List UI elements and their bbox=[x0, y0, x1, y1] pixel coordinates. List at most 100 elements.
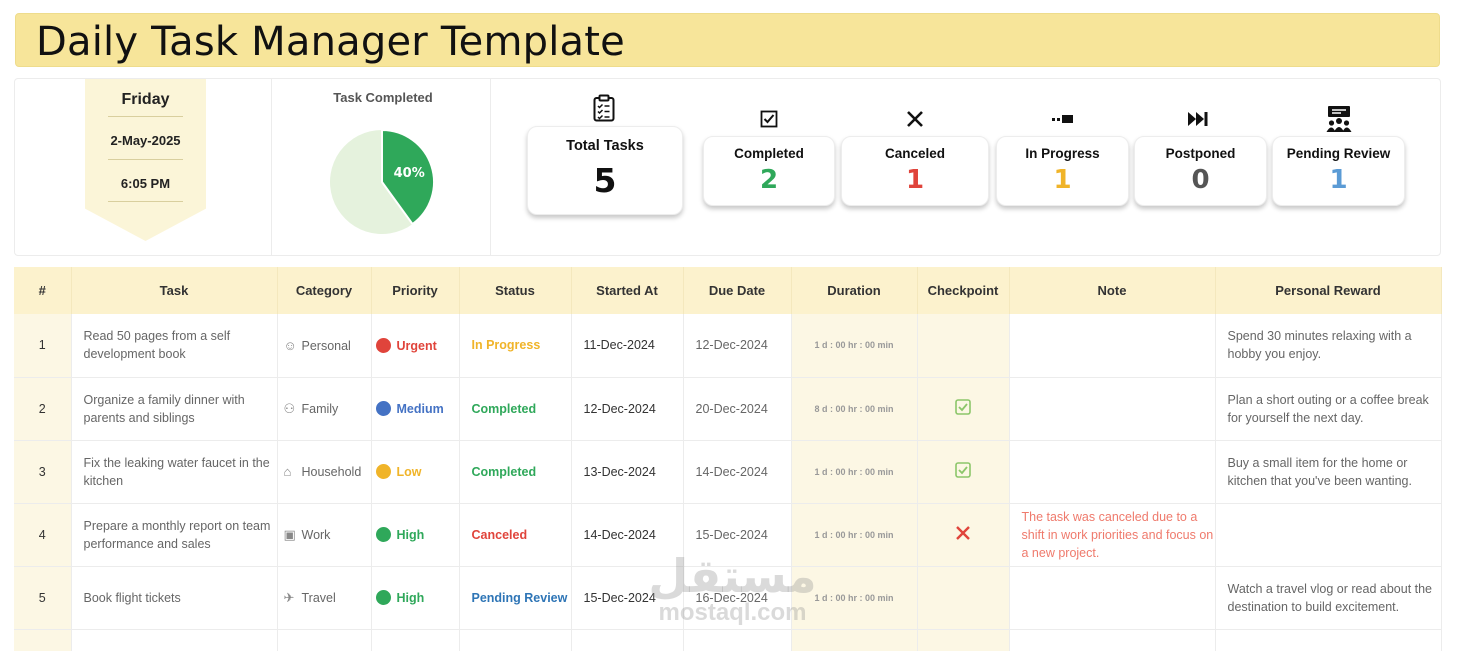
task-cell[interactable]: Book flight tickets bbox=[71, 566, 278, 630]
checkpoint-cell[interactable] bbox=[917, 566, 1010, 630]
category-cell[interactable]: ⌂ Household bbox=[277, 440, 372, 504]
column-header[interactable]: Checkpoint bbox=[917, 267, 1010, 314]
divider bbox=[108, 116, 183, 117]
column-header[interactable]: Task bbox=[71, 267, 278, 314]
column-header[interactable]: Priority bbox=[371, 267, 460, 314]
note-cell[interactable] bbox=[1009, 314, 1216, 378]
note-cell[interactable] bbox=[1009, 377, 1216, 441]
due-date-cell[interactable]: 15-Dec-2024 bbox=[683, 503, 792, 567]
priority-cell[interactable]: Urgent bbox=[371, 314, 460, 378]
category-cell[interactable]: ▣ Work bbox=[277, 503, 372, 567]
category-cell[interactable]: ⚇ Family bbox=[277, 377, 372, 441]
due-date-cell[interactable]: 12-Dec-2024 bbox=[683, 314, 792, 378]
status-cell[interactable]: Pending Review bbox=[459, 566, 572, 630]
checkbox-icon bbox=[754, 104, 784, 134]
priority-dot bbox=[375, 464, 391, 479]
started-at-cell[interactable]: 12-Dec-2024 bbox=[571, 377, 684, 441]
house-icon: ⌂ bbox=[283, 464, 292, 479]
started-at-cell[interactable]: 15-Dec-2024 bbox=[571, 566, 684, 630]
time-label: 6:05 PM bbox=[120, 176, 171, 191]
duration-cell: 1 d : 00 hr : 00 min bbox=[791, 566, 918, 630]
category-cell[interactable]: ☺ Personal bbox=[277, 314, 372, 378]
column-header[interactable]: Duration bbox=[791, 267, 918, 314]
row-number: 3 bbox=[14, 440, 72, 504]
column-header[interactable]: Personal Reward bbox=[1215, 267, 1442, 314]
empty-cell[interactable] bbox=[1215, 629, 1442, 651]
category-cell[interactable]: ✈ Travel bbox=[277, 566, 372, 630]
note-cell[interactable] bbox=[1009, 440, 1216, 504]
checkpoint-cell[interactable] bbox=[917, 377, 1010, 441]
status-cell[interactable]: In Progress bbox=[459, 314, 572, 378]
priority-dot bbox=[375, 337, 391, 353]
note-cell[interactable]: The task was canceled due to a shift in … bbox=[1009, 503, 1216, 567]
priority-cell[interactable]: Low bbox=[371, 440, 460, 504]
status-cell[interactable]: Completed bbox=[459, 377, 572, 441]
divider bbox=[271, 79, 272, 255]
total-tasks-label: Total Tasks bbox=[566, 138, 644, 154]
duration-cell: 8 d : 00 hr : 00 min bbox=[791, 377, 918, 441]
empty-cell[interactable] bbox=[14, 629, 72, 651]
column-header[interactable]: Note bbox=[1009, 267, 1216, 314]
note-cell[interactable] bbox=[1009, 566, 1216, 630]
column-header[interactable]: # bbox=[14, 267, 72, 314]
category-label: Personal bbox=[301, 338, 351, 353]
row-number: 4 bbox=[14, 503, 72, 567]
stat-card-canceled: Canceled 1 bbox=[841, 136, 989, 206]
empty-cell[interactable] bbox=[571, 629, 684, 651]
empty-cell[interactable] bbox=[683, 629, 792, 651]
reward-cell[interactable]: Plan a short outing or a coffee break fo… bbox=[1215, 377, 1442, 441]
empty-cell[interactable] bbox=[71, 629, 278, 651]
column-header[interactable]: Status bbox=[459, 267, 572, 314]
empty-cell[interactable] bbox=[917, 629, 1010, 651]
task-cell[interactable]: Read 50 pages from a self development bo… bbox=[71, 314, 278, 378]
divider bbox=[490, 79, 491, 255]
status-cell[interactable]: Completed bbox=[459, 440, 572, 504]
priority-cell[interactable]: Medium bbox=[371, 377, 460, 441]
reward-cell[interactable]: Watch a travel vlog or read about the de… bbox=[1215, 566, 1442, 630]
empty-cell[interactable] bbox=[277, 629, 372, 651]
stat-card-pending-review: Pending Review 1 bbox=[1272, 136, 1405, 206]
due-date-cell[interactable]: 14-Dec-2024 bbox=[683, 440, 792, 504]
empty-cell[interactable] bbox=[371, 629, 460, 651]
cancel-x-icon[interactable] bbox=[955, 526, 971, 544]
stat-card-in-progress: In Progress 1 bbox=[996, 136, 1129, 206]
empty-cell[interactable] bbox=[1009, 629, 1216, 651]
progress-icon bbox=[1048, 104, 1078, 134]
checkpoint-cell[interactable] bbox=[917, 314, 1010, 378]
person-icon: ☺ bbox=[283, 337, 297, 353]
stat-label: Pending Review bbox=[1286, 146, 1391, 161]
priority-cell[interactable]: High bbox=[371, 503, 460, 567]
status-cell[interactable]: Canceled bbox=[459, 503, 572, 567]
priority-label: Urgent bbox=[396, 338, 437, 353]
table-row: 2 Organize a family dinner with parents a… bbox=[14, 377, 1442, 441]
checkpoint-cell[interactable] bbox=[917, 440, 1010, 504]
column-header[interactable]: Started At bbox=[571, 267, 684, 314]
table-row: 5 Book flight tickets ✈ Travel High Pending R… bbox=[14, 566, 1442, 630]
column-header[interactable]: Due Date bbox=[683, 267, 792, 314]
started-at-cell[interactable]: 13-Dec-2024 bbox=[571, 440, 684, 504]
duration-cell: 1 d : 00 hr : 00 min bbox=[791, 314, 918, 378]
checked-box-icon[interactable] bbox=[955, 399, 971, 418]
title-bar: Daily Task Manager Template bbox=[15, 13, 1440, 67]
empty-cell[interactable] bbox=[791, 629, 918, 651]
checked-box-icon[interactable] bbox=[955, 462, 971, 481]
reward-cell[interactable]: Spend 30 minutes relaxing with a hobby y… bbox=[1215, 314, 1442, 378]
due-date-cell[interactable]: 20-Dec-2024 bbox=[683, 377, 792, 441]
started-at-cell[interactable]: 11-Dec-2024 bbox=[571, 314, 684, 378]
checkpoint-cell[interactable] bbox=[917, 503, 1010, 567]
column-header[interactable]: Category bbox=[277, 267, 372, 314]
task-cell[interactable]: Organize a family dinner with parents an… bbox=[71, 377, 278, 441]
reward-cell[interactable]: Buy a small item for the home or kitchen… bbox=[1215, 440, 1442, 504]
task-cell[interactable]: Fix the leaking water faucet in the kitc… bbox=[71, 440, 278, 504]
priority-dot bbox=[375, 590, 391, 605]
empty-row bbox=[14, 629, 1442, 651]
task-cell[interactable]: Prepare a monthly report on team perform… bbox=[71, 503, 278, 567]
due-date-cell[interactable]: 16-Dec-2024 bbox=[683, 566, 792, 630]
started-at-cell[interactable]: 14-Dec-2024 bbox=[571, 503, 684, 567]
page-title: Daily Task Manager Template bbox=[36, 19, 625, 65]
priority-cell[interactable]: High bbox=[371, 566, 460, 630]
priority-dot bbox=[375, 401, 391, 416]
priority-label: Low bbox=[396, 465, 422, 479]
empty-cell[interactable] bbox=[459, 629, 572, 651]
reward-cell[interactable] bbox=[1215, 503, 1442, 567]
